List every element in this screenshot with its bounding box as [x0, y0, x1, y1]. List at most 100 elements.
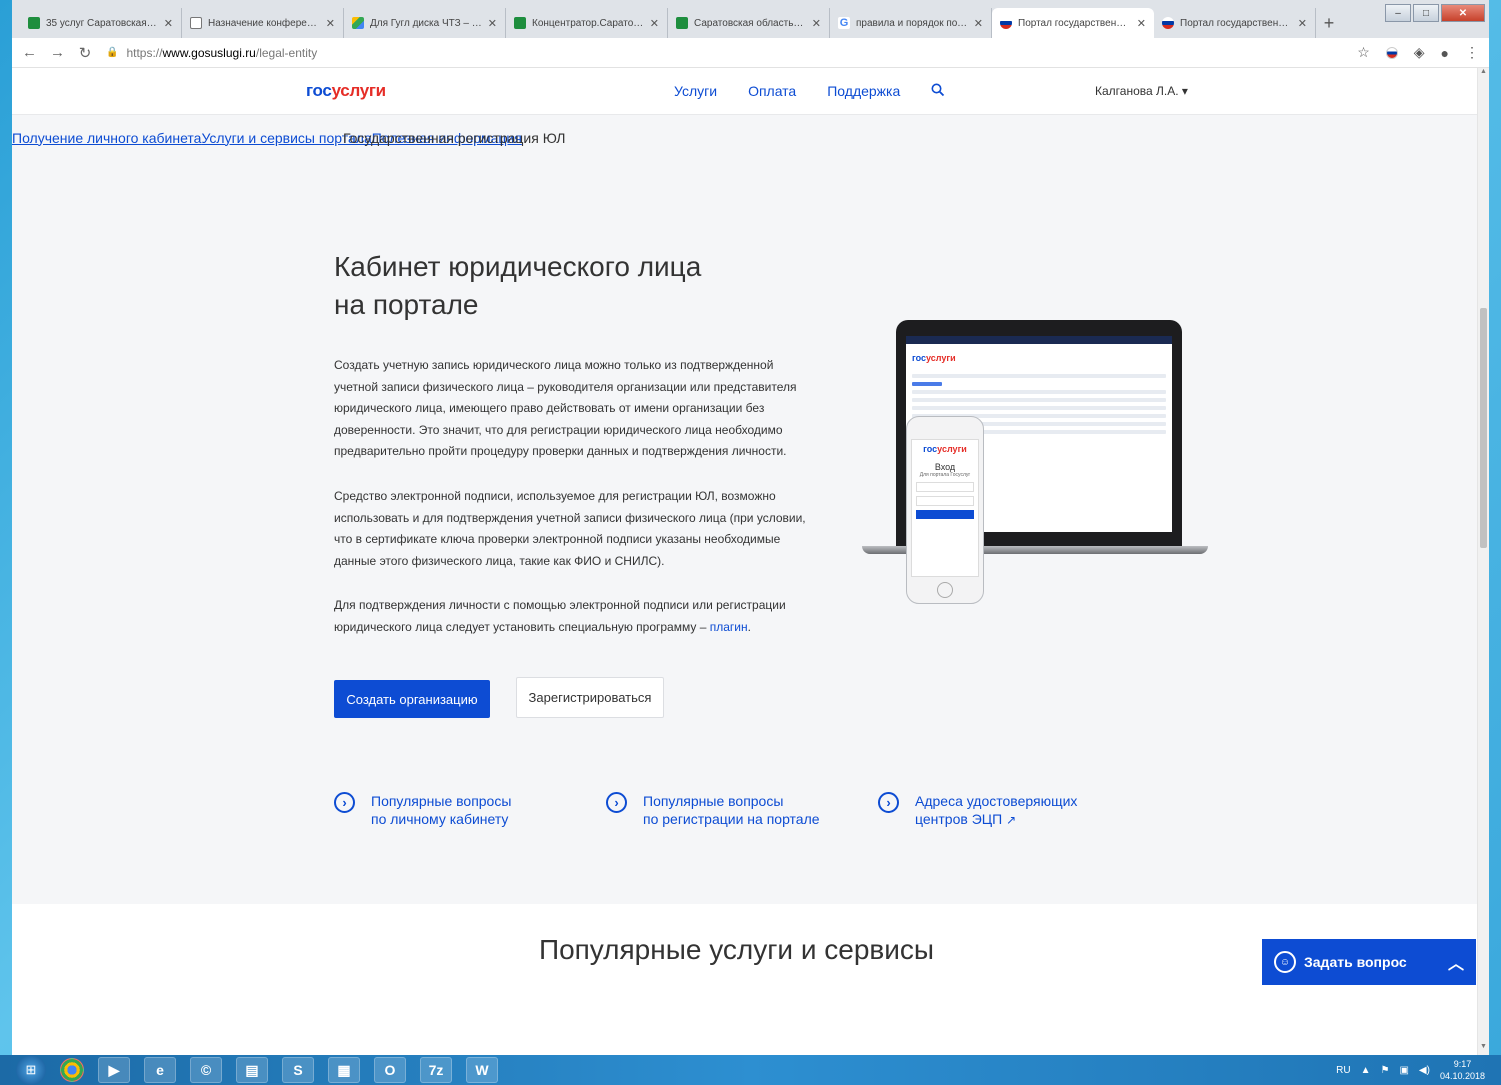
tab-strip: 35 услуг Саратовская обла✕ Назначение ко…: [12, 0, 1489, 38]
flag-icon[interactable]: ⚑: [1381, 1065, 1390, 1076]
external-link-icon: ↗: [1006, 813, 1017, 827]
system-tray: RU ▲ ⚑ ▣ ◀) 9:17 04.10.2018: [1336, 1055, 1485, 1085]
close-icon[interactable]: ✕: [650, 17, 659, 30]
sheets-icon: [514, 17, 526, 29]
star-bookmark-icon[interactable]: ☆: [1357, 44, 1370, 61]
volume-icon[interactable]: ◀): [1419, 1065, 1430, 1076]
browser-tab[interactable]: Gправила и порядок подачи ✕: [830, 8, 992, 38]
scrollbar-thumb[interactable]: [1480, 308, 1487, 548]
forward-arrow-icon[interactable]: →: [50, 44, 65, 61]
chat-bot-icon: ☺: [1274, 951, 1296, 973]
plugin-paragraph: Для подтверждения личности с помощью эле…: [334, 598, 786, 634]
chrome-taskbar-icon[interactable]: [60, 1058, 84, 1082]
7zip-taskbar-icon[interactable]: 7z: [420, 1057, 452, 1083]
language-indicator[interactable]: RU: [1336, 1065, 1350, 1076]
lock-icon: 🔒: [106, 47, 119, 58]
chevron-up-icon: ︿: [1447, 956, 1464, 973]
page-title: Кабинет юридического лица на портале: [334, 251, 702, 320]
ie-taskbar-icon[interactable]: e: [144, 1057, 176, 1083]
scroll-up-icon[interactable]: ▲: [1478, 68, 1489, 80]
scroll-down-icon[interactable]: ▼: [1478, 1043, 1489, 1055]
browser-tab[interactable]: Для Гугл диска ЧТЗ – Goog✕: [344, 8, 506, 38]
menu-item-services[interactable]: Услуги: [674, 83, 717, 99]
subnav-link-cabinet[interactable]: Получение личного кабинета: [12, 130, 201, 146]
ask-question-button[interactable]: ☺ Задать вопрос ︿: [1262, 939, 1476, 985]
intro-paragraph: Создать учетную запись юридического лица…: [334, 358, 797, 458]
explorer-taskbar-icon[interactable]: ▤: [236, 1057, 268, 1083]
extension-flag-icon[interactable]: [1385, 46, 1398, 59]
browser-tab[interactable]: Назначение конференции ✕: [182, 8, 344, 38]
url-path: /legal-entity: [255, 45, 318, 60]
phone-illustration: госуслуги Вход Для портала Госуслуг: [906, 416, 984, 604]
google-icon: G: [838, 17, 850, 29]
search-icon[interactable]: [931, 83, 945, 100]
popular-services-heading: Популярные услуги и сервисы: [538, 934, 935, 965]
tray-expand-icon[interactable]: ▲: [1361, 1065, 1371, 1076]
register-button[interactable]: Зарегистрироваться: [516, 677, 664, 718]
close-icon[interactable]: ✕: [812, 17, 821, 30]
quick-link-cabinet-faq[interactable]: › Популярные вопросы по личному кабинету: [334, 792, 511, 828]
calculator-taskbar-icon[interactable]: ▦: [328, 1057, 360, 1083]
chevron-right-icon: ›: [606, 792, 627, 813]
close-icon[interactable]: ✕: [974, 17, 983, 30]
menu-item-support[interactable]: Поддержка: [827, 83, 900, 99]
site-favicon-icon: [1162, 17, 1174, 29]
vertical-scrollbar[interactable]: ▲ ▼: [1477, 68, 1489, 1055]
hero-section: Кабинет юридического лица на портале Соз…: [12, 160, 1477, 904]
clock[interactable]: 9:17 04.10.2018: [1440, 1058, 1485, 1082]
close-icon[interactable]: ✕: [326, 17, 335, 30]
drive-icon: [352, 17, 364, 29]
close-icon[interactable]: ✕: [164, 17, 173, 30]
os-taskbar: ⊞ ▶ e © ▤ S ▦ O 7z W RU ▲ ⚑ ▣ ◀) 9:17 04…: [0, 1055, 1501, 1085]
signature-paragraph: Средство электронной подписи, используем…: [334, 489, 806, 568]
url-scheme: https://: [126, 45, 163, 60]
quick-link-registration-faq[interactable]: › Популярные вопросы по регистрации на по…: [606, 792, 820, 828]
close-icon[interactable]: ✕: [488, 17, 497, 30]
browser-tab[interactable]: Портал государственных у ✕: [1154, 8, 1316, 38]
user-menu[interactable]: Калганова Л.А. ▾: [1095, 84, 1188, 98]
address-bar-row: ← → ↻ 🔒 https://www.gosuslugi.ru/legal-e…: [12, 38, 1489, 68]
minimize-button[interactable]: –: [1385, 4, 1411, 22]
close-window-button[interactable]: ✕: [1441, 4, 1485, 22]
word-taskbar-icon[interactable]: W: [466, 1057, 498, 1083]
create-organization-button[interactable]: Создать организацию: [334, 680, 490, 718]
site-header: госуслуги Услуги Оплата Поддержка Калган…: [12, 68, 1477, 114]
menu-kebab-icon[interactable]: ⋮: [1465, 44, 1479, 61]
url-host: www.gosuslugi.ru: [162, 45, 256, 60]
close-icon[interactable]: ✕: [1137, 17, 1146, 30]
close-icon[interactable]: ✕: [1298, 17, 1307, 30]
chevron-right-icon: ›: [334, 792, 355, 813]
outlook-taskbar-icon[interactable]: O: [374, 1057, 406, 1083]
main-menu: Услуги Оплата Поддержка: [674, 83, 945, 100]
browser-tab[interactable]: Саратовская область. СЭУ✕: [668, 8, 830, 38]
reload-icon[interactable]: ↻: [78, 44, 92, 62]
browser-tab-active[interactable]: Портал государственных у ✕: [992, 8, 1154, 38]
extension-icon[interactable]: ◈: [1414, 44, 1425, 61]
site-logo[interactable]: госуслуги: [306, 81, 386, 101]
section-nav: Государственная регистрация ЮЛ Получение…: [12, 114, 1477, 160]
skype-taskbar-icon[interactable]: S: [282, 1057, 314, 1083]
network-icon[interactable]: ▣: [1399, 1065, 1408, 1076]
subnav-current: Государственная регистрация ЮЛ: [343, 129, 566, 146]
sheets-icon: [676, 17, 688, 29]
profile-icon[interactable]: ●: [1441, 45, 1449, 61]
quick-link-certification-centers[interactable]: › Адреса удостоверяющих центров ЭЦП ↗: [878, 792, 1077, 829]
document-icon: [190, 17, 202, 29]
sheets-icon: [28, 17, 40, 29]
new-tab-button[interactable]: +: [1316, 8, 1342, 38]
site-favicon-icon: [1000, 17, 1012, 29]
start-button[interactable]: ⊞: [16, 1055, 46, 1085]
page-viewport: госуслуги Услуги Оплата Поддержка Калган…: [12, 68, 1477, 1055]
browser-tab[interactable]: 35 услуг Саратовская обла✕: [20, 8, 182, 38]
plugin-link[interactable]: плагин: [710, 620, 748, 634]
window-controls: – □ ✕: [1385, 4, 1485, 22]
back-arrow-icon[interactable]: ←: [22, 44, 37, 61]
toolbar-icons: ☆ ◈ ● ⋮: [1357, 44, 1479, 61]
menu-item-payment[interactable]: Оплата: [748, 83, 796, 99]
app-taskbar-icon[interactable]: ©: [190, 1057, 222, 1083]
browser-tab[interactable]: Концентратор.Саратов - G ✕: [506, 8, 668, 38]
media-player-taskbar-icon[interactable]: ▶: [98, 1057, 130, 1083]
browser-window: 35 услуг Саратовская обла✕ Назначение ко…: [12, 0, 1489, 1055]
maximize-button[interactable]: □: [1413, 4, 1439, 22]
url-field[interactable]: 🔒 https://www.gosuslugi.ru/legal-entity: [106, 46, 1343, 60]
